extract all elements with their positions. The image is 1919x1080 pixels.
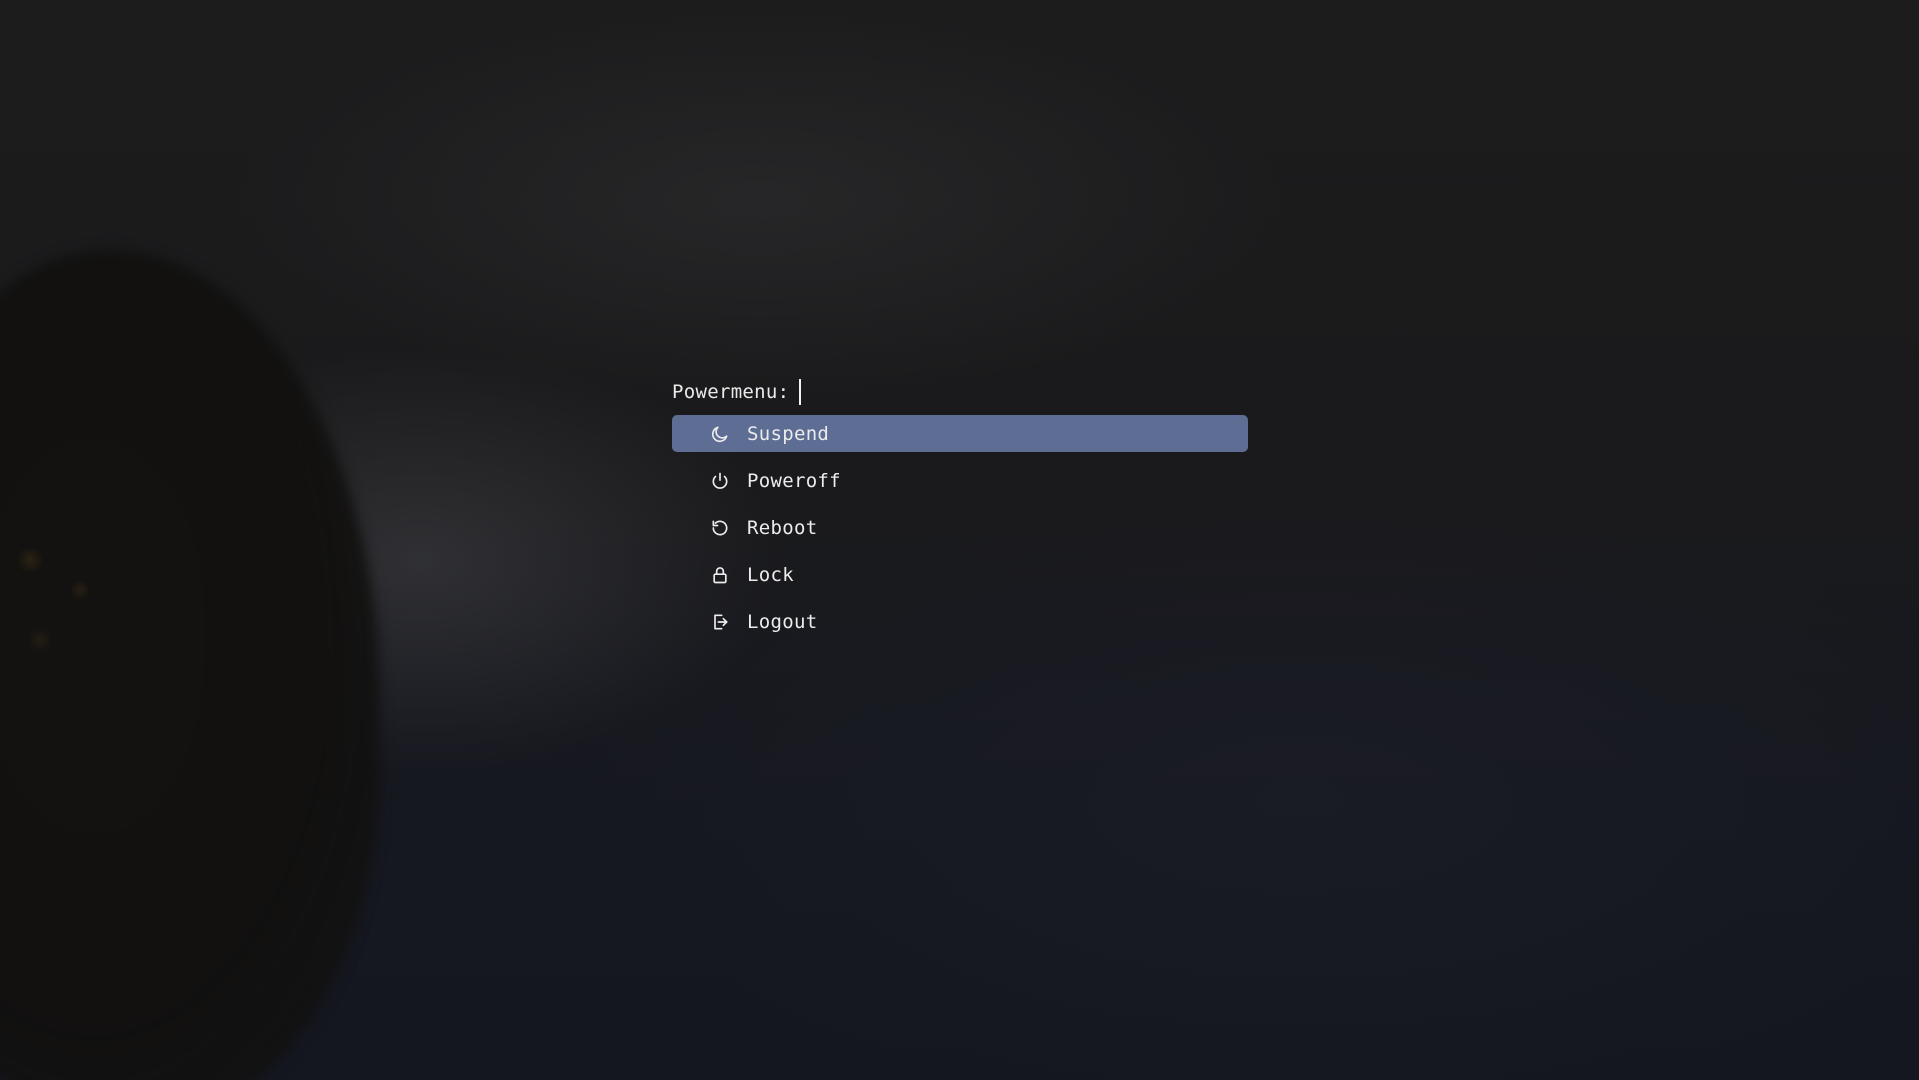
lock-icon (709, 564, 731, 586)
menu-item-logout[interactable]: Logout (672, 603, 1248, 640)
prompt-label: Powermenu: (672, 381, 790, 403)
reboot-icon (709, 517, 731, 539)
prompt-row[interactable]: Powermenu: (672, 376, 1248, 408)
power-icon (709, 470, 731, 492)
menu-item-lock[interactable]: Lock (672, 556, 1248, 593)
logout-icon (709, 611, 731, 633)
menu-item-poweroff[interactable]: Poweroff (672, 462, 1248, 499)
menu-item-label: Suspend (747, 422, 830, 445)
menu-item-label: Reboot (747, 516, 818, 539)
moon-icon (709, 423, 731, 445)
menu-item-reboot[interactable]: Reboot (672, 509, 1248, 546)
powermenu-launcher: Powermenu: Suspend Poweroff Reboot Lock … (672, 376, 1248, 650)
menu-item-label: Lock (747, 563, 794, 586)
menu-item-suspend[interactable]: Suspend (672, 415, 1248, 452)
text-cursor (799, 379, 802, 405)
menu-item-label: Logout (747, 610, 818, 633)
menu-item-label: Poweroff (747, 469, 841, 492)
powermenu-list: Suspend Poweroff Reboot Lock Logout (672, 415, 1248, 640)
